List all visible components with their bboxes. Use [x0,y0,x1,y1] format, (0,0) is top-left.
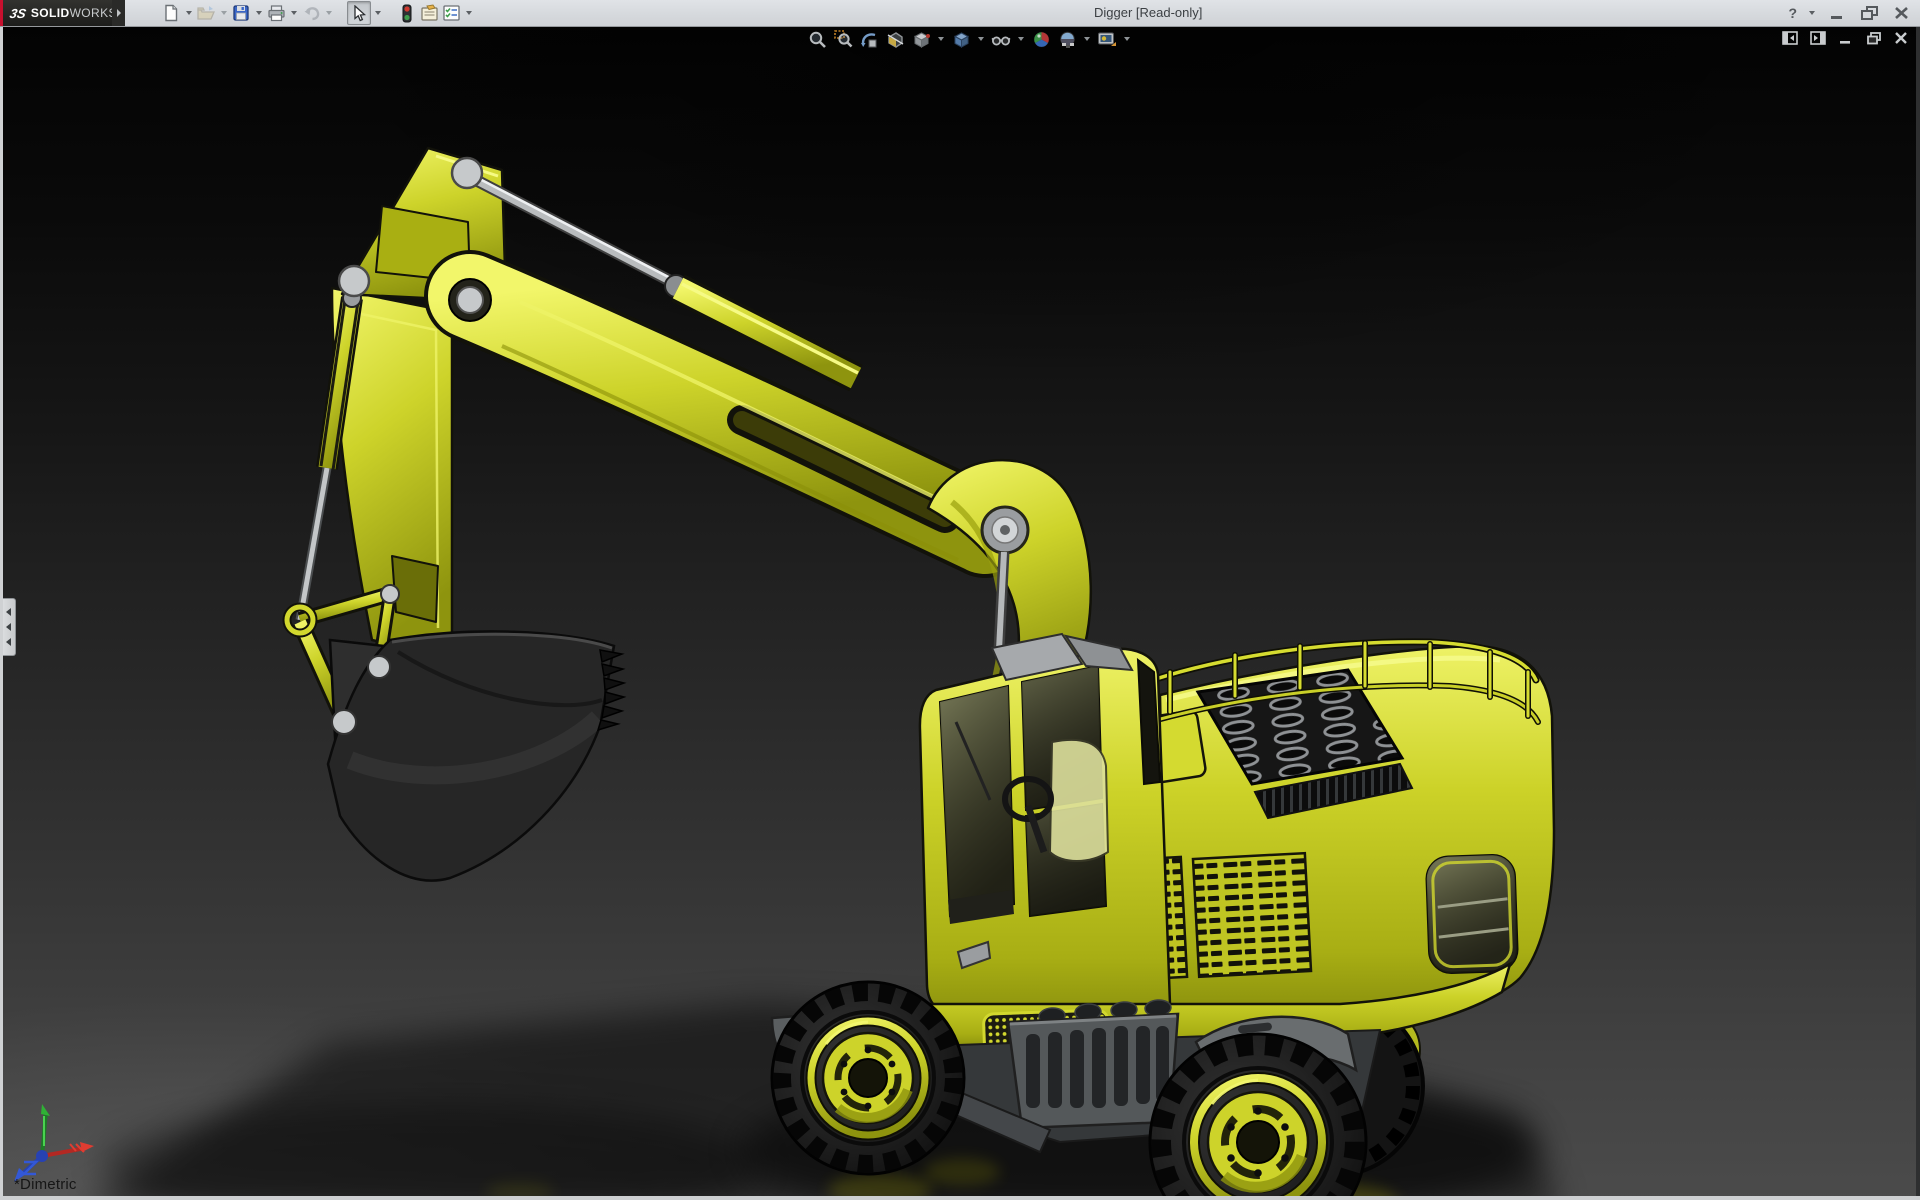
previous-view-icon[interactable] [858,29,880,49]
save-document-dropdown[interactable] [252,2,265,24]
zoom-to-area-icon[interactable] [832,29,854,49]
undo-button[interactable] [300,2,322,24]
apex-left-pin [339,266,369,296]
help-button[interactable]: ? [1786,5,1799,21]
minimize-button[interactable] [1824,3,1850,23]
undo-dropdown[interactable] [322,2,335,24]
standard-toolbar [160,2,475,24]
window-frame-left [0,26,3,1200]
hide-show-items-dropdown[interactable] [1016,29,1026,49]
brand-bold: SOLID [31,6,70,20]
close-button[interactable] [1888,3,1914,23]
side-vent-right [1193,853,1311,977]
open-document-dropdown[interactable] [217,2,230,24]
display-style-icon[interactable] [950,29,972,49]
solidworks-window: *Dimetric 3S SOLIDWORKS [0,0,1920,1200]
headsup-view-toolbar [806,29,1132,49]
title-bar: 3S SOLIDWORKS [0,0,1920,27]
options-button[interactable] [440,2,462,24]
rebuild-button[interactable] [396,2,418,24]
restore-button[interactable] [1856,3,1882,23]
solidworks-logo[interactable]: 3S SOLIDWORKS [0,0,112,26]
hide-show-items-icon[interactable] [990,29,1012,49]
file-properties-button[interactable] [418,2,440,24]
open-document-button[interactable] [195,2,217,24]
select-tool-button[interactable] [347,1,371,25]
model-window-controls [1781,30,1910,46]
apex-pin [452,158,482,188]
save-document-button[interactable] [230,2,252,24]
view-settings-icon[interactable] [1096,29,1118,49]
cab [920,634,1170,1012]
model-restore-icon[interactable] [1865,30,1882,46]
new-document-button[interactable] [160,2,182,24]
options-dropdown[interactable] [462,2,475,24]
bucket[interactable] [328,631,624,880]
view-orientation-icon[interactable] [910,29,932,49]
view-orientation-dropdown[interactable] [936,29,946,49]
upper-body[interactable] [920,634,1554,1054]
toggle-display-pane-icon[interactable] [1809,30,1826,46]
graphics-viewport[interactable]: *Dimetric [0,26,1920,1200]
zoom-to-fit-icon[interactable] [806,29,828,49]
rear-window [1426,854,1518,973]
window-frame-right [1916,26,1920,1200]
feature-pane-collapsed-tab[interactable] [2,598,16,656]
apply-scene-icon[interactable] [1056,29,1078,49]
section-view-icon[interactable] [884,29,906,49]
menu-expand-tab[interactable] [112,0,125,26]
select-tool-dropdown[interactable] [371,2,384,24]
print-document-button[interactable] [265,2,287,24]
help-dropdown[interactable] [1805,2,1818,24]
brand-light: WORKS [70,6,117,20]
model-close-icon[interactable] [1893,30,1910,46]
model-minimize-icon[interactable] [1837,30,1854,46]
apply-scene-dropdown[interactable] [1082,29,1092,49]
brand-accent [0,0,3,26]
new-document-dropdown[interactable] [182,2,195,24]
3ds-logo-mark: 3S [8,6,27,21]
display-style-dropdown[interactable] [976,29,986,49]
window-controls: ? [1786,0,1914,26]
view-orientation-label: *Dimetric [14,1176,77,1193]
edit-appearance-icon[interactable] [1030,29,1052,49]
main-boom-arm [470,296,985,560]
window-frame-bottom [0,1196,1920,1200]
view-settings-dropdown[interactable] [1122,29,1132,49]
front-left-wheel[interactable] [772,982,964,1174]
toggle-feature-pane-icon[interactable] [1781,30,1798,46]
document-title: Digger [Read-only] [1094,5,1202,20]
print-document-dropdown[interactable] [287,2,300,24]
excavator-model[interactable] [0,0,1920,1200]
boom-assembly[interactable] [287,148,1091,720]
brand-name: SOLIDWORKS [31,6,117,20]
